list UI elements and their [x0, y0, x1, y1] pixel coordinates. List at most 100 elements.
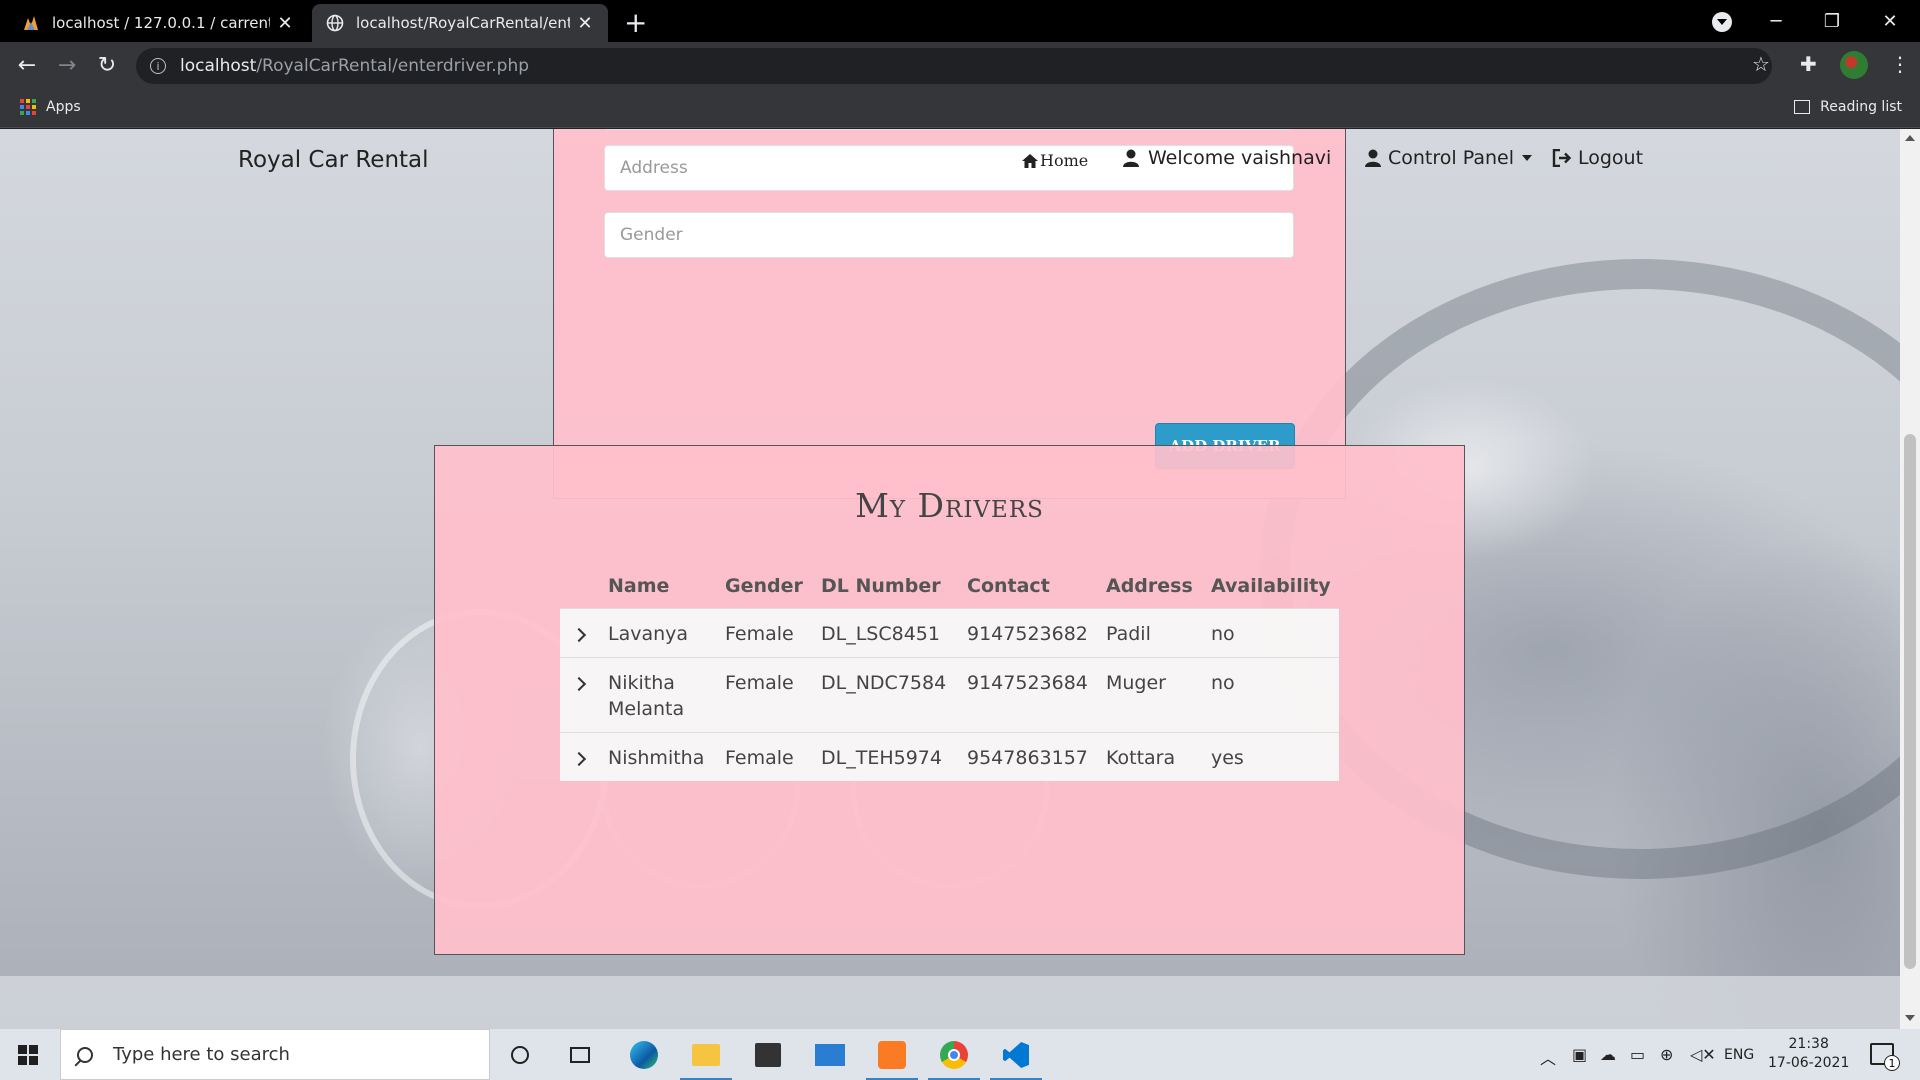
onedrive-cloud-icon[interactable]: ☁	[1600, 1045, 1616, 1064]
chevron-right-icon[interactable]	[571, 751, 587, 766]
speaker-muted-icon[interactable]: ◁✕	[1690, 1045, 1716, 1064]
nav-home-label: Home	[1040, 151, 1089, 170]
driver-availability: no	[1211, 671, 1235, 694]
expand-column-header	[560, 564, 608, 608]
user-icon	[1365, 149, 1381, 167]
table-row[interactable]: Nikitha Melanta Female DL_NDC7584 914752…	[560, 657, 1339, 732]
page-content: Royal Car Rental Address Gender ADD DRIV…	[0, 129, 1900, 976]
notification-count-badge: 1	[1884, 1055, 1900, 1071]
tab-title: localhost/RoyalCarRental/enterdri	[356, 14, 570, 32]
driver-address: Padil	[1106, 622, 1151, 645]
clock-time: 21:38	[1788, 1036, 1829, 1052]
driver-contact: 9147523682	[967, 622, 1088, 645]
vscode-icon[interactable]	[990, 1037, 1042, 1080]
table-row[interactable]: Nishmitha Female DL_TEH5974 9547863157 K…	[560, 732, 1339, 781]
scroll-down-arrow-icon[interactable]	[1905, 1015, 1915, 1021]
browser-menu-icon[interactable]: ⋮	[1890, 52, 1910, 76]
file-explorer-icon[interactable]	[680, 1037, 732, 1080]
driver-name: Nikitha Melanta	[608, 671, 685, 720]
meet-now-icon[interactable]: ▣	[1572, 1045, 1587, 1064]
driver-contact: 9547863157	[967, 746, 1088, 769]
task-view-icon[interactable]	[562, 1037, 598, 1073]
driver-availability: yes	[1211, 746, 1244, 769]
language-indicator[interactable]: ENG	[1724, 1047, 1754, 1063]
clock-date: 17-06-2021	[1768, 1055, 1850, 1071]
chevron-right-icon[interactable]	[571, 627, 587, 642]
xampp-icon[interactable]	[866, 1037, 918, 1080]
reading-list-icon	[1794, 100, 1811, 114]
previous-input-field[interactable]	[604, 129, 1294, 130]
reload-icon[interactable]: ↻	[92, 50, 122, 80]
drivers-table: Name Gender DL Number Contact Address Av…	[560, 564, 1339, 781]
nav-home-link[interactable]: Home	[1022, 151, 1088, 170]
network-globe-icon[interactable]: ⊕	[1660, 1045, 1673, 1064]
taskbar-clock[interactable]: 21:38 17-06-2021	[1768, 1035, 1849, 1073]
info-icon[interactable]: i	[150, 58, 166, 74]
windows-start-icon[interactable]	[18, 1045, 38, 1065]
logout-icon	[1552, 149, 1572, 167]
page-footer	[0, 976, 1900, 1029]
profile-avatar[interactable]	[1840, 51, 1868, 79]
apps-label: Apps	[46, 99, 81, 115]
table-row[interactable]: Lavanya Female DL_LSC8451 9147523682 Pad…	[560, 608, 1339, 657]
driver-dl-number: DL_TEH5974	[821, 746, 942, 769]
mail-icon[interactable]	[812, 1037, 848, 1073]
close-icon[interactable]: ✕	[276, 13, 294, 34]
phpmyadmin-icon	[24, 16, 38, 30]
show-hidden-icons-chevron-icon[interactable]: ︿	[1540, 1045, 1556, 1069]
bookmark-star-icon[interactable]: ☆	[1752, 52, 1770, 76]
scroll-up-arrow-icon[interactable]	[1905, 135, 1915, 141]
nav-control-panel-label: Control Panel	[1388, 147, 1514, 169]
driver-availability: no	[1211, 622, 1235, 645]
scrollbar-thumb[interactable]	[1904, 434, 1916, 969]
nav-logout-link[interactable]: Logout	[1552, 147, 1643, 169]
tab-enterdriver[interactable]: localhost/RoyalCarRental/enterdri ✕	[312, 4, 608, 42]
column-header: Name	[608, 574, 670, 597]
close-icon[interactable]: ✕	[576, 13, 594, 34]
driver-dl-number: DL_NDC7584	[821, 671, 947, 694]
driver-gender: Female	[725, 746, 794, 769]
gender-input[interactable]: Gender	[604, 212, 1294, 258]
globe-icon	[326, 14, 344, 32]
restore-icon[interactable]: ❐	[1804, 0, 1860, 42]
extensions-puzzle-icon[interactable]: ✚	[1800, 52, 1817, 76]
apps-bookmark[interactable]: Apps	[20, 99, 81, 115]
store-icon[interactable]	[750, 1037, 786, 1073]
nav-welcome-label: Welcome vaishnavi	[1148, 147, 1332, 169]
driver-name: Lavanya	[608, 622, 689, 645]
driver-gender: Female	[725, 671, 794, 694]
edge-browser-icon[interactable]	[626, 1037, 662, 1073]
column-header: Gender	[725, 574, 803, 597]
tab-search-icon[interactable]	[1712, 12, 1732, 32]
taskbar-search-placeholder: Type here to search	[113, 1044, 290, 1065]
battery-icon[interactable]: ▭	[1630, 1045, 1645, 1064]
nav-control-panel-dropdown[interactable]: Control Panel	[1364, 147, 1532, 169]
brand-logo-text[interactable]: Royal Car Rental	[238, 147, 429, 173]
browser-tabstrip: localhost / 127.0.0.1 / carrental | p ✕ …	[0, 0, 1920, 42]
column-header: Contact	[967, 574, 1050, 597]
minimize-icon[interactable]: ─	[1748, 0, 1804, 42]
new-tab-plus-icon[interactable]: +	[624, 6, 647, 39]
chevron-right-icon[interactable]	[571, 676, 587, 691]
page-scrollbar[interactable]	[1900, 129, 1920, 1029]
reading-list-button[interactable]: Reading list	[1794, 99, 1902, 115]
column-header: DL Number	[821, 574, 941, 597]
tab-phpmyadmin[interactable]: localhost / 127.0.0.1 / carrental | p ✕	[8, 4, 308, 42]
forward-arrow-icon[interactable]: →	[52, 50, 82, 80]
address-bar[interactable]: i localhost/RoyalCarRental/enterdriver.p…	[136, 48, 1772, 84]
browser-toolbar: ← → ↻ i localhost/RoyalCarRental/enterdr…	[0, 42, 1920, 88]
search-icon	[77, 1046, 93, 1063]
caret-down-icon	[1521, 155, 1532, 161]
notification-center-icon[interactable]: 1	[1870, 1043, 1900, 1071]
nav-logout-label: Logout	[1578, 147, 1644, 169]
window-close-icon[interactable]: ✕	[1862, 0, 1918, 42]
taskbar-search-input[interactable]: Type here to search	[60, 1029, 490, 1080]
driver-address: Muger	[1106, 671, 1166, 694]
nav-welcome[interactable]: Welcome vaishnavi	[1122, 147, 1331, 169]
chrome-icon[interactable]	[928, 1037, 980, 1080]
bookmarks-bar: Apps Reading list	[0, 88, 1920, 128]
back-arrow-icon[interactable]: ←	[12, 50, 42, 80]
cortana-icon[interactable]	[502, 1037, 538, 1073]
driver-dl-number: DL_LSC8451	[821, 622, 940, 645]
reading-list-label: Reading list	[1820, 99, 1902, 115]
